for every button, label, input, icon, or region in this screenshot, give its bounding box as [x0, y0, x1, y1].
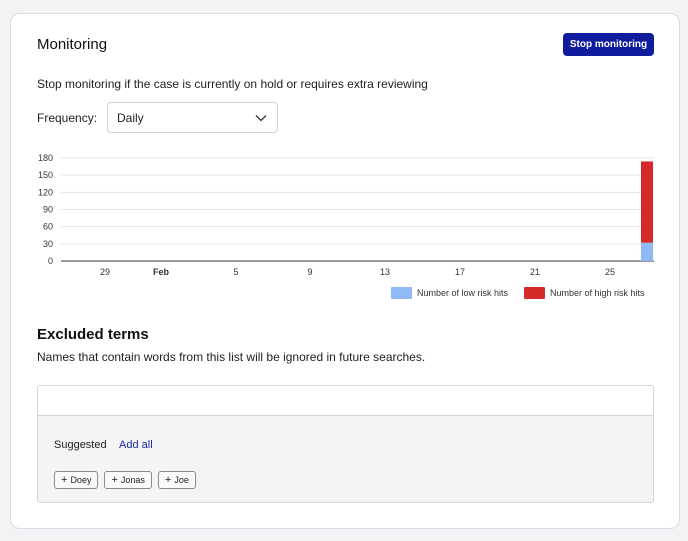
monitoring-title: Monitoring [37, 36, 108, 53]
risk-hits-chart: 0 30 60 90 120 150 180 29 Feb 5 9 13 17 21 25 [38, 153, 654, 277]
chevron-down-icon [255, 115, 267, 122]
excluded-terms-title: Excluded terms [37, 326, 149, 343]
legend-high-risk-label: Number of high risk hits [550, 288, 645, 298]
legend-high-risk: Number of high risk hits [524, 287, 645, 299]
plus-icon: + [61, 473, 68, 486]
y-tick-label: 150 [38, 170, 53, 180]
y-tick-label: 60 [43, 222, 53, 232]
legend-low-risk-swatch [391, 287, 412, 299]
y-tick-label: 90 [43, 205, 53, 215]
frequency-value: Daily [117, 110, 144, 125]
y-tick-label: 0 [48, 256, 53, 266]
x-tick-label: 5 [233, 267, 238, 277]
legend-low-risk-label: Number of low risk hits [417, 288, 509, 298]
x-tick-label: 17 [455, 267, 465, 277]
chip-label: Jonas [120, 475, 145, 485]
x-tick-label: 29 [100, 267, 110, 277]
bar-high-risk [641, 161, 653, 243]
plus-icon: + [111, 473, 118, 486]
y-tick-label: 180 [38, 153, 53, 163]
bar-low-risk [641, 242, 653, 261]
x-tick-label: Feb [153, 267, 170, 277]
excluded-terms-description: Names that contain words from this list … [37, 350, 426, 364]
chip-doey[interactable]: + Doey [54, 471, 99, 489]
excluded-terms-box: Suggested Add all + Doey + Jonas + Joe [37, 385, 654, 503]
chip-jonas[interactable]: + Jonas [104, 471, 152, 489]
chip-label: Doey [70, 475, 92, 485]
legend-high-risk-swatch [524, 287, 545, 299]
x-tick-label: 21 [530, 267, 540, 277]
legend-low-risk: Number of low risk hits [391, 287, 508, 299]
frequency-select[interactable]: Daily [107, 102, 278, 133]
frequency-label: Frequency: [37, 111, 98, 125]
add-all-link[interactable]: Add all [119, 439, 153, 451]
y-tick-label: 120 [38, 187, 53, 197]
x-tick-label: 9 [307, 267, 312, 277]
y-tick-label: 30 [43, 239, 53, 249]
chip-label: Joe [174, 475, 189, 485]
stop-monitoring-button[interactable]: Stop monitoring [563, 33, 654, 56]
suggested-label: Suggested [54, 439, 107, 451]
x-tick-label: 13 [380, 267, 390, 277]
x-tick-label: 25 [605, 267, 615, 277]
chip-joe[interactable]: + Joe [157, 471, 196, 489]
plus-icon: + [164, 473, 172, 486]
monitoring-description: Stop monitoring if the case is currently… [37, 77, 428, 91]
suggested-chips: + Doey + Jonas + Joe [54, 471, 196, 489]
monitoring-card: Monitoring Stop monitoring Stop monitori… [10, 13, 680, 529]
excluded-terms-input[interactable] [38, 386, 653, 416]
